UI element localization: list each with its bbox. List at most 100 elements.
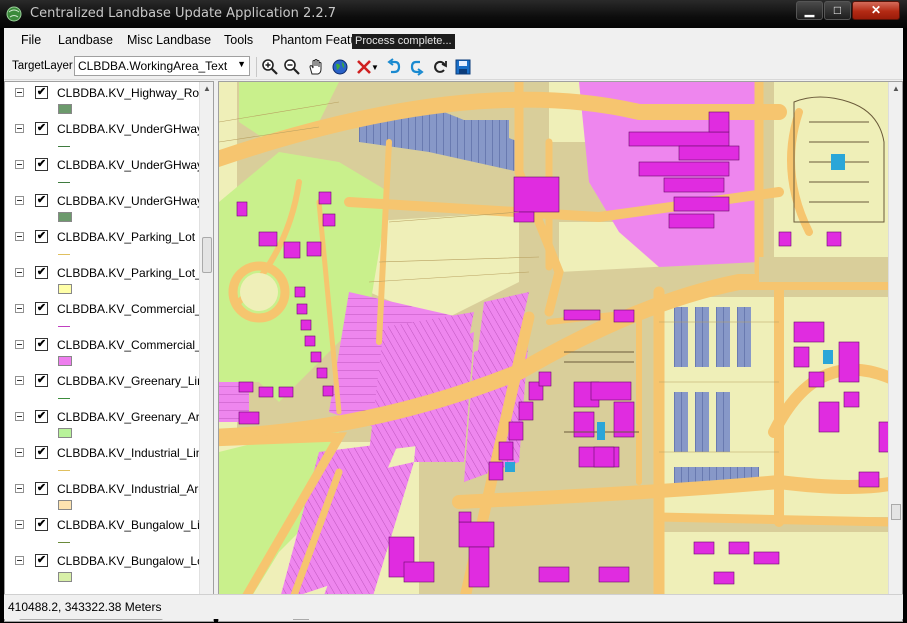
app-globe-icon bbox=[6, 6, 22, 22]
parking-lots bbox=[716, 392, 730, 452]
map-canvas[interactable]: ▲ ▼ ◀ ▶ bbox=[218, 81, 903, 622]
layer-row[interactable]: ✔ CLBDBA.KV_Commercial_A bbox=[5, 336, 210, 354]
menu-phantom-features[interactable]: Phantom Featu bbox=[272, 33, 357, 47]
target-layer-value: CLBDBA.WorkingArea_Text bbox=[78, 59, 228, 73]
collapse-toggle-icon[interactable] bbox=[15, 232, 24, 241]
layer-row[interactable]: ✔ CLBDBA.KV_Parking_Lot bbox=[5, 228, 200, 246]
collapse-toggle-icon[interactable] bbox=[15, 196, 24, 205]
layer-row[interactable]: ✔ CLBDBA.KV_Bungalow_Lin bbox=[5, 516, 206, 534]
layer-name: CLBDBA.KV_Greenary_Line bbox=[57, 374, 211, 388]
window-title: Centralized Landbase Update Application … bbox=[30, 6, 337, 21]
layer-visibility-checkbox[interactable]: ✔ bbox=[35, 302, 48, 315]
layer-visibility-checkbox[interactable]: ✔ bbox=[35, 410, 48, 423]
strip-area bbox=[759, 257, 890, 282]
parking-lots bbox=[674, 307, 688, 367]
refresh-icon[interactable] bbox=[430, 57, 450, 77]
layer-row[interactable]: ✔ CLBDBA.KV_Parking_Lot_P bbox=[5, 264, 210, 282]
layer-visibility-checkbox[interactable]: ✔ bbox=[35, 266, 48, 279]
layer-name: CLBDBA.KV_Highway_Road bbox=[57, 86, 213, 100]
layer-legend-swatch bbox=[58, 254, 70, 255]
title-bar: Centralized Landbase Update Application … bbox=[0, 0, 907, 28]
layer-row[interactable]: ✔ CLBDBA.KV_Industrial_Line bbox=[5, 444, 209, 462]
layer-row[interactable]: ✔ CLBDBA.KV_Greenary_Line bbox=[5, 372, 210, 390]
layer-legend-swatch bbox=[58, 284, 72, 294]
delete-options-chevron-icon[interactable]: ▼ bbox=[370, 57, 380, 77]
layer-list-vertical-scrollbar[interactable]: ▲ ▼ bbox=[199, 82, 213, 621]
layer-visibility-checkbox[interactable]: ✔ bbox=[35, 518, 48, 531]
layer-legend-swatch bbox=[58, 182, 70, 183]
layer-name: CLBDBA.KV_Industrial_Line bbox=[57, 446, 210, 460]
layer-visibility-checkbox[interactable]: ✔ bbox=[35, 446, 48, 459]
layer-visibility-checkbox[interactable]: ✔ bbox=[35, 338, 48, 351]
coordinate-readout: 410488.2, 343322.38 Meters bbox=[8, 600, 162, 614]
pan-hand-icon[interactable] bbox=[306, 57, 326, 77]
layer-visibility-checkbox[interactable]: ✔ bbox=[35, 482, 48, 495]
globe-icon[interactable] bbox=[330, 57, 350, 77]
menu-misc-landbase[interactable]: Misc Landbase bbox=[127, 33, 211, 47]
menu-landbase[interactable]: Landbase bbox=[58, 33, 113, 47]
map-drawing bbox=[219, 82, 890, 609]
undo-icon[interactable] bbox=[384, 57, 404, 77]
collapse-toggle-icon[interactable] bbox=[15, 376, 24, 385]
layer-visibility-checkbox[interactable]: ✔ bbox=[35, 122, 48, 135]
parking-lots bbox=[737, 307, 751, 367]
collapse-toggle-icon[interactable] bbox=[15, 160, 24, 169]
layer-row[interactable]: ✔ CLBDBA.KV_Greenary_Area bbox=[5, 408, 213, 426]
layer-row[interactable]: ✔ CLBDBA.KV_Bungalow_Lot bbox=[5, 552, 207, 570]
collapse-toggle-icon[interactable] bbox=[15, 448, 24, 457]
collapse-toggle-icon[interactable] bbox=[15, 88, 24, 97]
layer-row[interactable]: ✔ CLBDBA.KV_Commercial_L bbox=[5, 300, 208, 318]
layer-legend-swatch bbox=[58, 572, 72, 582]
layer-visibility-checkbox[interactable]: ✔ bbox=[35, 158, 48, 171]
close-button[interactable]: ✕ bbox=[852, 1, 900, 20]
layer-name: CLBDBA.KV_Bungalow_Lin bbox=[57, 518, 207, 532]
layer-name: CLBDBA.KV_Greenary_Area bbox=[57, 410, 214, 424]
layer-visibility-checkbox[interactable]: ✔ bbox=[35, 374, 48, 387]
toolbar-separator bbox=[256, 57, 257, 77]
collapse-toggle-icon[interactable] bbox=[15, 124, 24, 133]
scrollbar-thumb[interactable] bbox=[202, 237, 212, 273]
collapse-toggle-icon[interactable] bbox=[15, 340, 24, 349]
collapse-toggle-icon[interactable] bbox=[15, 304, 24, 313]
scroll-up-arrow-icon[interactable]: ▲ bbox=[892, 84, 900, 93]
layer-visibility-checkbox[interactable]: ✔ bbox=[35, 554, 48, 567]
layer-visibility-checkbox[interactable]: ✔ bbox=[35, 194, 48, 207]
layer-name: CLBDBA.KV_UnderGHway_ bbox=[57, 194, 210, 208]
scroll-up-arrow-icon[interactable]: ▲ bbox=[203, 84, 211, 93]
menu-tools[interactable]: Tools bbox=[224, 33, 253, 47]
layer-visibility-checkbox[interactable]: ✔ bbox=[35, 86, 48, 99]
app-frame: File Landbase Misc Landbase Tools Phanto… bbox=[4, 28, 903, 622]
layer-name: CLBDBA.KV_UnderGHway_ bbox=[57, 122, 210, 136]
layer-row[interactable]: ✔ CLBDBA.KV_UnderGHway_ bbox=[5, 156, 210, 174]
parking-lots bbox=[695, 307, 709, 367]
parking-lots bbox=[674, 392, 688, 452]
layer-legend-swatch bbox=[58, 146, 70, 147]
collapse-toggle-icon[interactable] bbox=[15, 268, 24, 277]
layer-row[interactable]: ✔ CLBDBA.KV_Highway_Road bbox=[5, 84, 212, 102]
status-bar: 410488.2, 343322.38 Meters bbox=[4, 594, 903, 619]
target-layer-dropdown[interactable]: CLBDBA.WorkingArea_Text ▼ bbox=[74, 56, 250, 76]
menu-file[interactable]: File bbox=[21, 33, 41, 47]
save-icon[interactable] bbox=[453, 57, 473, 77]
collapse-toggle-icon[interactable] bbox=[15, 520, 24, 529]
toolbar: TargetLayer CLBDBA.WorkingArea_Text ▼ ▼ bbox=[4, 54, 903, 80]
collapse-toggle-icon[interactable] bbox=[15, 412, 24, 421]
layer-legend-swatch bbox=[58, 428, 72, 438]
layer-row[interactable]: ✔ CLBDBA.KV_Industrial_Area bbox=[5, 480, 212, 498]
layer-legend-swatch bbox=[58, 104, 72, 114]
minimize-button[interactable]: ▁ bbox=[796, 1, 823, 20]
layer-row[interactable]: ✔ CLBDBA.KV_UnderGHway_ bbox=[5, 120, 210, 138]
map-vertical-scrollbar[interactable]: ▲ ▼ bbox=[888, 82, 902, 609]
collapse-toggle-icon[interactable] bbox=[15, 484, 24, 493]
menu-bar: File Landbase Misc Landbase Tools Phanto… bbox=[4, 28, 903, 54]
layer-row[interactable]: ✔ CLBDBA.KV_UnderGHway_ bbox=[5, 192, 210, 210]
scrollbar-thumb[interactable] bbox=[891, 504, 901, 520]
layer-name: CLBDBA.KV_Bungalow_Lot bbox=[57, 554, 208, 568]
zoom-in-icon[interactable] bbox=[260, 57, 280, 77]
layer-visibility-checkbox[interactable]: ✔ bbox=[35, 230, 48, 243]
redo-icon[interactable] bbox=[407, 57, 427, 77]
maximize-button[interactable]: □ bbox=[824, 1, 851, 20]
collapse-toggle-icon[interactable] bbox=[15, 556, 24, 565]
layer-name: CLBDBA.KV_Industrial_Area bbox=[57, 482, 212, 496]
zoom-out-icon[interactable] bbox=[282, 57, 302, 77]
